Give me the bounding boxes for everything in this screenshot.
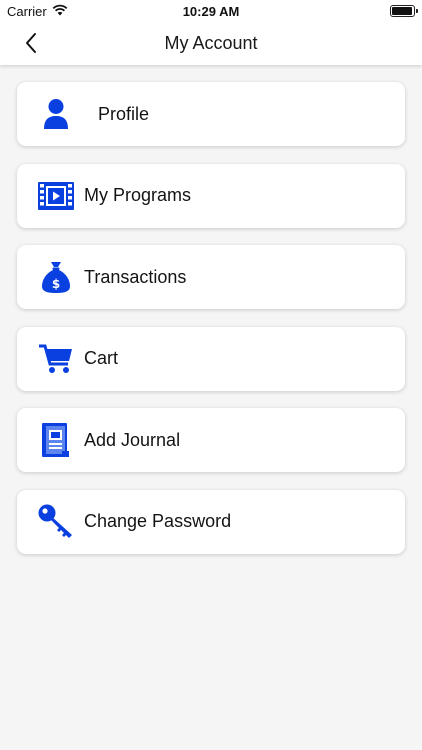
menu-item-cart[interactable]: Cart bbox=[17, 326, 405, 391]
status-bar: Carrier 10:29 AM bbox=[0, 0, 422, 22]
video-film-icon bbox=[38, 179, 74, 213]
menu-item-label: Change Password bbox=[84, 511, 232, 531]
page-title: My Account bbox=[164, 33, 258, 53]
menu-item-add-journal[interactable]: Add Journal bbox=[17, 408, 405, 472]
svg-text:$: $ bbox=[52, 277, 60, 291]
account-menu: Profile My Programs $ Transactions Cart … bbox=[17, 82, 405, 571]
menu-item-label: Profile bbox=[98, 103, 150, 124]
menu-item-profile[interactable]: Profile bbox=[17, 82, 405, 146]
status-time: 10:29 AM bbox=[182, 4, 240, 19]
money-bag-icon: $ bbox=[38, 260, 74, 294]
menu-item-label: Transactions bbox=[84, 266, 187, 287]
menu-item-transactions[interactable]: $ Transactions bbox=[17, 245, 405, 309]
menu-item-label: Add Journal bbox=[84, 429, 181, 450]
menu-item-label: Cart bbox=[84, 348, 119, 368]
menu-item-change-password[interactable]: Change Password bbox=[17, 489, 405, 554]
menu-item-label: My Programs bbox=[84, 185, 192, 205]
journal-book-icon bbox=[38, 423, 74, 457]
person-icon bbox=[38, 97, 74, 131]
menu-item-my-programs[interactable]: My Programs bbox=[17, 163, 405, 228]
battery-icon bbox=[390, 5, 418, 17]
navigation-bar: My Account bbox=[0, 22, 422, 65]
shopping-cart-icon bbox=[38, 342, 74, 376]
key-icon bbox=[38, 504, 74, 539]
